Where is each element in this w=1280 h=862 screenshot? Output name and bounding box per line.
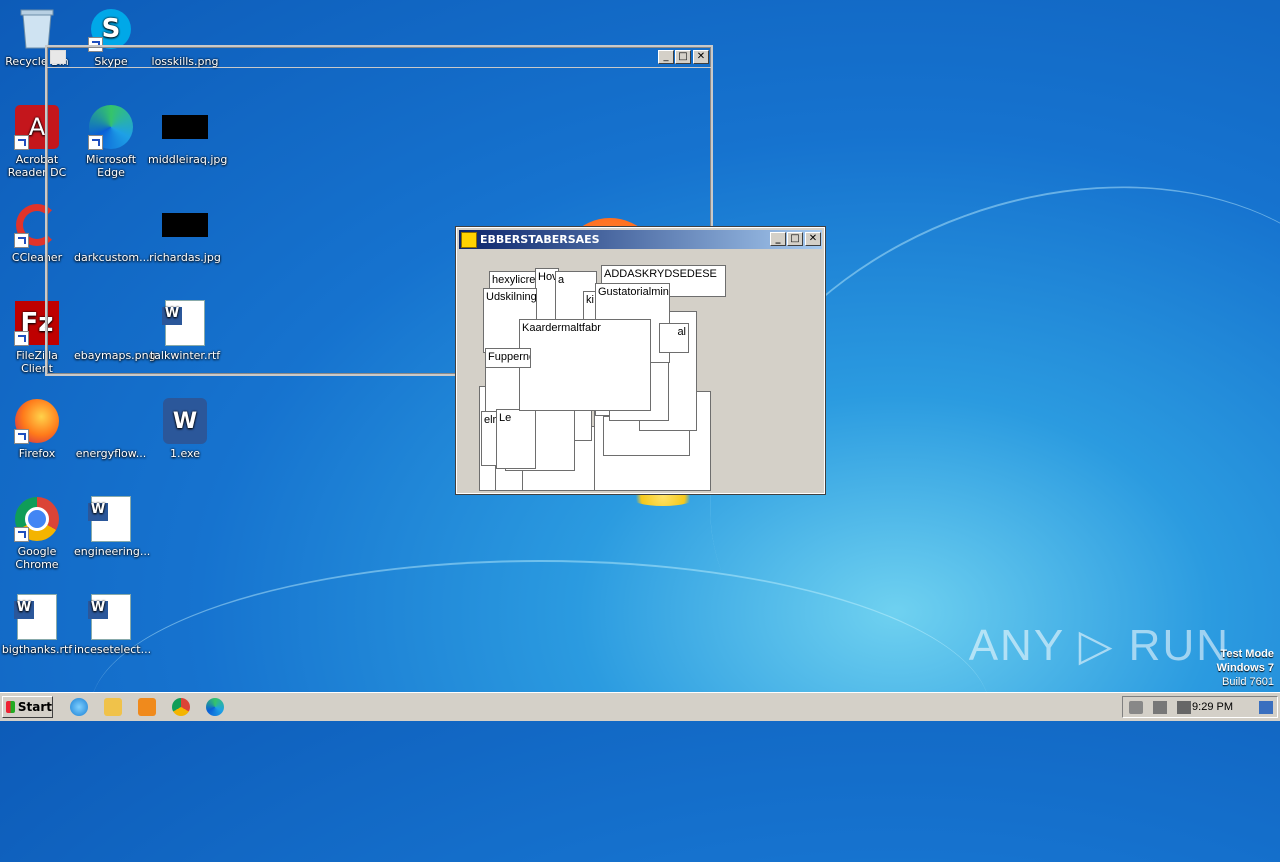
network-icon[interactable]	[1153, 701, 1167, 714]
word-document-icon: W	[88, 496, 134, 542]
word-document-icon: W	[14, 594, 60, 640]
stacked-panel: Fupperne	[485, 348, 531, 368]
stacked-panel: al	[659, 323, 689, 353]
window-title: EBBERSTABERSAES	[480, 233, 600, 246]
desktop-icon-bigthanks[interactable]: W bigthanks.rtf	[0, 594, 74, 656]
word-exe-icon: W	[162, 398, 208, 444]
minimize-button[interactable]: _	[658, 50, 674, 64]
file-icon	[88, 398, 134, 444]
chrome-icon	[14, 496, 60, 542]
action-center-flag-icon[interactable]	[1177, 701, 1191, 714]
window-system-icon[interactable]	[50, 50, 66, 64]
window-client-area: elr Le hexylicre Hov a ADDASKRYDSEDESE U…	[459, 251, 822, 491]
app-icon	[461, 231, 477, 248]
shortcut-arrow-icon	[14, 135, 29, 150]
volume-icon[interactable]	[1129, 701, 1143, 714]
start-button[interactable]: Start	[2, 696, 53, 718]
desktop-icon-incesetelect[interactable]: W incesetelect...	[74, 594, 151, 656]
desktop-icon-1exe[interactable]: W 1.exe	[148, 398, 222, 460]
desktop-icon-engineering[interactable]: W engineering...	[74, 496, 150, 558]
maximize-button[interactable]: □	[787, 232, 803, 246]
build-line: Build 7601	[1222, 676, 1274, 688]
windows-flag-icon	[6, 701, 15, 713]
start-label: Start	[17, 700, 52, 714]
show-desktop-icon[interactable]	[1259, 701, 1273, 714]
close-button[interactable]: ✕	[693, 50, 709, 64]
firefox-icon	[14, 398, 60, 444]
desktop-icon-energyflow[interactable]: energyflow...	[74, 398, 148, 460]
shortcut-arrow-icon	[14, 527, 29, 542]
stacked-panel: Le	[496, 409, 536, 469]
taskbar-clock[interactable]: 9:29 PM	[1192, 701, 1233, 713]
windows-version-line: Windows 7	[1216, 662, 1274, 674]
file-explorer-icon[interactable]	[104, 698, 122, 716]
edge-taskbar-icon[interactable]	[206, 698, 224, 716]
close-button[interactable]: ✕	[805, 232, 821, 246]
chrome-taskbar-icon[interactable]	[172, 698, 190, 716]
media-player-icon[interactable]	[138, 698, 156, 716]
shortcut-arrow-icon	[14, 429, 29, 444]
internet-explorer-icon[interactable]	[70, 698, 88, 716]
window-titlebar[interactable]: EBBERSTABERSAES _ □ ✕	[459, 230, 822, 249]
taskbar: Start 9:29 PM	[0, 692, 1280, 721]
system-tray: 9:29 PM	[1122, 696, 1278, 718]
anyrun-watermark: ANY ▷ RUN	[968, 621, 1230, 670]
shortcut-arrow-icon	[14, 233, 29, 248]
desktop-icon-firefox[interactable]: Firefox	[0, 398, 74, 460]
test-mode-notice: Test Mode Windows 7 Build 7601	[1217, 647, 1274, 689]
maximize-button[interactable]: □	[675, 50, 691, 64]
ghost-window-titlebar[interactable]: _ □ ✕	[47, 47, 711, 68]
desktop-icon-chrome[interactable]: Google Chrome	[0, 496, 74, 571]
word-document-icon: W	[88, 594, 134, 640]
stacked-panel: Kaardermaltfabr	[519, 319, 651, 411]
shortcut-arrow-icon	[14, 331, 29, 346]
ebberstabersaes-window[interactable]: EBBERSTABERSAES _ □ ✕ elr Le hexylicre H…	[455, 226, 826, 495]
test-mode-line: Test Mode	[1220, 648, 1274, 660]
minimize-button[interactable]: _	[770, 232, 786, 246]
